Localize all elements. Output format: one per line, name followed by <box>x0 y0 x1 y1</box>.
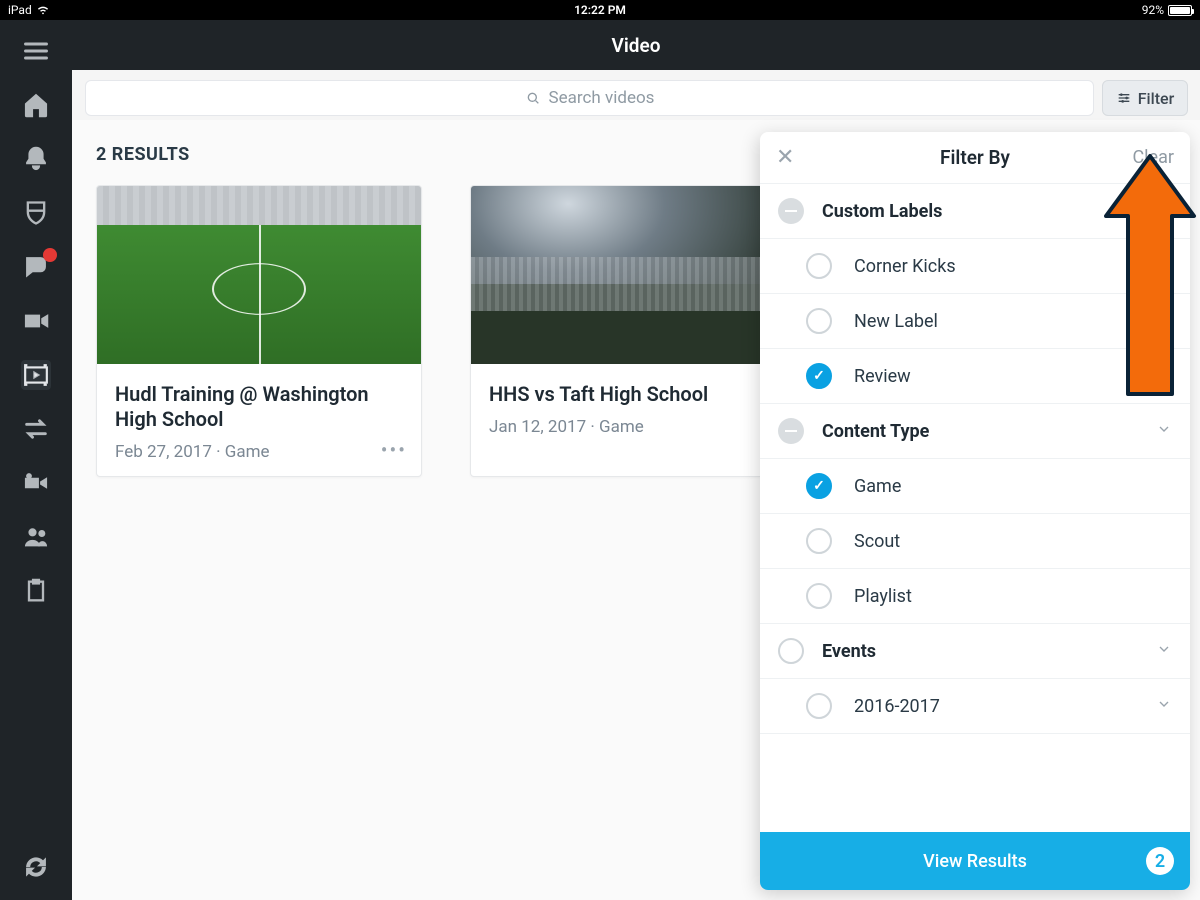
shield-icon[interactable] <box>21 198 51 228</box>
section-label: Events <box>822 641 1138 662</box>
view-results-button[interactable]: View Results 2 <box>760 832 1190 890</box>
results-count-badge: 2 <box>1146 847 1174 875</box>
radio-unchecked[interactable] <box>806 528 832 554</box>
ios-statusbar: iPad 12:22 PM 92% <box>0 0 1200 20</box>
transfer-icon[interactable] <box>21 414 51 444</box>
video-thumbnail <box>471 186 795 364</box>
bell-icon[interactable] <box>21 144 51 174</box>
video-card[interactable]: Hudl Training @ Washington High School F… <box>96 185 422 477</box>
collapse-icon[interactable] <box>778 418 804 444</box>
chevron-down-icon <box>1156 641 1172 661</box>
chat-icon[interactable] <box>21 252 51 282</box>
option-label: New Label <box>854 311 938 332</box>
chevron-down-icon <box>1156 421 1172 441</box>
search-input[interactable]: Search videos <box>85 80 1094 116</box>
video-title: Hudl Training @ Washington High School <box>115 382 403 432</box>
filter-section-content-type[interactable]: Content Type <box>760 404 1190 459</box>
video-meta: Jan 12, 2017 · Game <box>489 417 777 437</box>
option-label: 2016-2017 <box>854 696 1134 717</box>
filter-button[interactable]: Filter <box>1102 80 1188 116</box>
sliders-icon <box>1116 90 1132 106</box>
battery-icon <box>1168 5 1192 16</box>
clock: 12:22 PM <box>574 3 626 17</box>
filter-option-2016-2017[interactable]: 2016-2017 <box>760 679 1190 734</box>
collapse-icon[interactable] <box>778 198 804 224</box>
sidebar <box>0 20 72 900</box>
option-label: Corner Kicks <box>854 256 956 277</box>
sync-icon[interactable] <box>21 852 51 882</box>
page-title: Video <box>72 20 1200 70</box>
filter-title: Filter By <box>940 146 1010 169</box>
camera-icon[interactable] <box>21 306 51 336</box>
option-label: Playlist <box>854 586 912 607</box>
search-placeholder: Search videos <box>549 88 655 108</box>
video-thumbnail <box>97 186 421 364</box>
radio-checked[interactable] <box>806 363 832 389</box>
option-label: Review <box>854 366 911 387</box>
filter-option-scout[interactable]: Scout <box>760 514 1190 569</box>
filter-option-playlist[interactable]: Playlist <box>760 569 1190 624</box>
device-label: iPad <box>8 3 32 17</box>
radio-unchecked[interactable] <box>806 253 832 279</box>
filter-option-game[interactable]: Game <box>760 459 1190 514</box>
clipboard-icon[interactable] <box>21 576 51 606</box>
option-label: Scout <box>854 531 900 552</box>
home-icon[interactable] <box>21 90 51 120</box>
wifi-icon <box>36 2 50 19</box>
video-title: HHS vs Taft High School <box>489 382 777 407</box>
chevron-down-icon <box>1156 696 1172 717</box>
radio-unchecked[interactable] <box>778 638 804 664</box>
people-icon[interactable] <box>21 522 51 552</box>
annotation-arrow <box>1102 150 1198 400</box>
menu-icon[interactable] <box>21 36 51 66</box>
section-label: Content Type <box>822 421 1138 442</box>
radio-checked[interactable] <box>806 473 832 499</box>
filter-button-label: Filter <box>1138 89 1175 108</box>
video-card[interactable]: HHS vs Taft High School Jan 12, 2017 · G… <box>470 185 796 477</box>
video-meta: Feb 27, 2017 · Game <box>115 442 403 462</box>
radio-unchecked[interactable] <box>806 583 832 609</box>
play-icon[interactable] <box>21 360 51 390</box>
battery-pct: 92% <box>1142 3 1164 17</box>
notification-dot <box>43 248 57 262</box>
radio-unchecked[interactable] <box>806 308 832 334</box>
filter-section-events[interactable]: Events <box>760 624 1190 679</box>
search-row: Search videos Filter <box>85 80 1188 116</box>
view-results-label: View Results <box>923 851 1027 872</box>
more-icon[interactable]: ••• <box>381 438 407 462</box>
close-icon[interactable]: ✕ <box>776 145 800 170</box>
option-label: Game <box>854 476 901 497</box>
record-icon[interactable] <box>21 468 51 498</box>
radio-unchecked[interactable] <box>806 693 832 719</box>
page-title-text: Video <box>612 34 661 57</box>
search-icon <box>525 90 541 106</box>
